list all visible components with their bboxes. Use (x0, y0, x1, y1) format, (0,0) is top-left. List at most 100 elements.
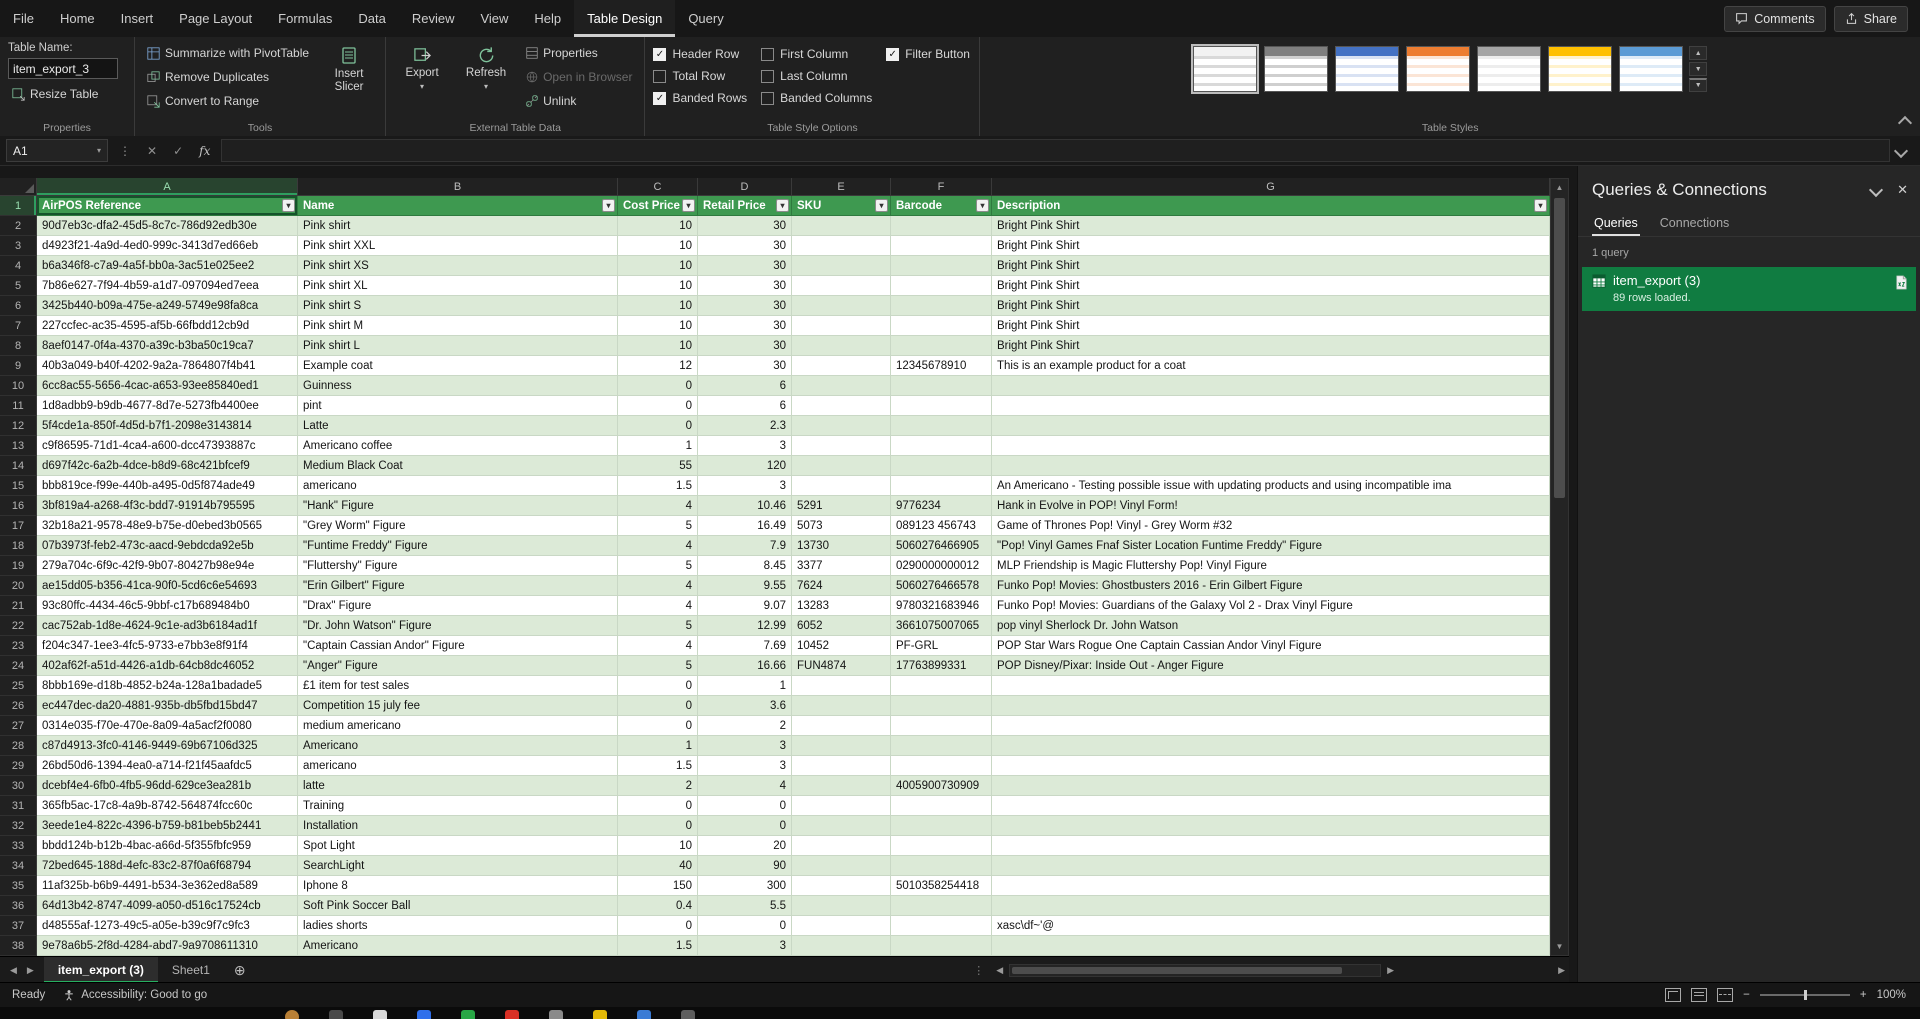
page-break-view-button[interactable] (1717, 988, 1734, 1002)
resize-table-button[interactable]: Resize Table (8, 83, 118, 105)
cell[interactable]: Soft Pink Soccer Ball (298, 896, 618, 916)
menu-tab-page-layout[interactable]: Page Layout (166, 0, 265, 37)
name-box[interactable]: A1 ▾ (6, 139, 108, 162)
cell[interactable]: Pink shirt XL (298, 276, 618, 296)
cell[interactable] (891, 316, 992, 336)
column-header-c[interactable]: C (618, 178, 698, 196)
cell[interactable]: Funko Pop! Movies: Guardians of the Gala… (992, 596, 1550, 616)
cell[interactable] (792, 856, 891, 876)
scroll-down-icon[interactable]: ▼ (1551, 938, 1568, 955)
cell[interactable]: 40 (618, 856, 698, 876)
cell[interactable] (792, 396, 891, 416)
cell[interactable]: 402af62f-a51d-4426-a1db-64cb8dc46052 (37, 656, 298, 676)
cell[interactable] (792, 336, 891, 356)
cell[interactable]: 5060276466905 (891, 536, 992, 556)
row-header-17[interactable]: 17 (0, 516, 37, 536)
cell[interactable]: dcebf4e4-6fb0-4fb5-96dd-629ce3ea281b (37, 776, 298, 796)
menu-tab-file[interactable]: File (0, 0, 47, 37)
cell[interactable]: 5 (618, 556, 698, 576)
cell[interactable]: Pink shirt S (298, 296, 618, 316)
menu-tab-formulas[interactable]: Formulas (265, 0, 345, 37)
cell[interactable]: 1.5 (618, 476, 698, 496)
cell[interactable]: 72bed645-188d-4efc-83c2-87f0a6f68794 (37, 856, 298, 876)
cell[interactable]: 12345678910 (891, 356, 992, 376)
column-header-a[interactable]: A (37, 178, 298, 196)
cell[interactable] (992, 796, 1550, 816)
cell[interactable] (792, 796, 891, 816)
cell[interactable]: bbdd124b-b12b-4bac-a66d-5f355fbfc959 (37, 836, 298, 856)
zoom-slider[interactable] (1759, 990, 1850, 1000)
cell[interactable] (792, 456, 891, 476)
cell[interactable]: "Grey Worm" Figure (298, 516, 618, 536)
cell[interactable]: ec447dec-da20-4881-935b-db5fbd15bd47 (37, 696, 298, 716)
cell[interactable]: ladies shorts (298, 916, 618, 936)
cell[interactable]: 6 (698, 396, 792, 416)
cell[interactable] (992, 716, 1550, 736)
cell[interactable] (792, 276, 891, 296)
cell[interactable]: 5010358254418 (891, 876, 992, 896)
row-header-20[interactable]: 20 (0, 576, 37, 596)
cell[interactable]: Pink shirt L (298, 336, 618, 356)
export-button[interactable]: Export ▾ (394, 42, 450, 118)
menu-tab-review[interactable]: Review (399, 0, 468, 37)
taskbar-app-icon[interactable] (373, 1010, 387, 1019)
row-header-16[interactable]: 16 (0, 496, 37, 516)
cell[interactable] (992, 676, 1550, 696)
row-header-27[interactable]: 27 (0, 716, 37, 736)
normal-view-button[interactable] (1665, 988, 1682, 1002)
cell[interactable]: 30 (698, 256, 792, 276)
cell[interactable] (891, 296, 992, 316)
panel-tab-connections[interactable]: Connections (1658, 212, 1732, 236)
filter-button[interactable]: ▾ (776, 199, 789, 212)
taskbar-app-icon[interactable] (417, 1010, 431, 1019)
cell[interactable] (792, 696, 891, 716)
cell[interactable]: 4 (618, 576, 698, 596)
cell[interactable]: 8aef0147-0f4a-4370-a39c-b3ba50c19ca7 (37, 336, 298, 356)
cell[interactable]: FUN4874 (792, 656, 891, 676)
cell[interactable] (992, 836, 1550, 856)
sheet-tab-sheet1[interactable]: Sheet1 (158, 957, 224, 983)
row-header-24[interactable]: 24 (0, 656, 37, 676)
taskbar-app-icon[interactable] (549, 1010, 563, 1019)
cell[interactable]: 5f4cde1a-850f-4d5d-b7f1-2098e3143814 (37, 416, 298, 436)
cell[interactable] (891, 836, 992, 856)
table-column-header-barcode[interactable]: Barcode ▾ (891, 196, 992, 216)
unlink-button[interactable]: Unlink (522, 90, 636, 112)
cell[interactable]: 1.5 (618, 936, 698, 956)
cell[interactable]: Pink shirt XXL (298, 236, 618, 256)
cell[interactable]: 1 (618, 736, 698, 756)
cell[interactable]: Pink shirt XS (298, 256, 618, 276)
cell[interactable] (792, 436, 891, 456)
menu-tab-home[interactable]: Home (47, 0, 108, 37)
cell[interactable]: Pink shirt (298, 216, 618, 236)
cell[interactable] (891, 276, 992, 296)
cell[interactable]: 3661075007065 (891, 616, 992, 636)
cell[interactable]: 1 (698, 676, 792, 696)
cell[interactable]: medium americano (298, 716, 618, 736)
cell[interactable]: Bright Pink Shirt (992, 236, 1550, 256)
column-header-g[interactable]: G (992, 178, 1550, 196)
refresh-button[interactable]: Refresh ▾ (458, 42, 514, 118)
cell[interactable] (792, 836, 891, 856)
cell[interactable]: c9f86595-71d1-4ca4-a600-dcc47393887c (37, 436, 298, 456)
row-header-4[interactable]: 4 (0, 256, 37, 276)
cell[interactable]: 5.5 (698, 896, 792, 916)
menu-tab-table-design[interactable]: Table Design (574, 0, 676, 37)
cell[interactable]: 12 (618, 356, 698, 376)
table-column-header-airpos-reference[interactable]: AirPOS Reference ▾ (37, 196, 298, 216)
cell[interactable] (992, 416, 1550, 436)
taskbar-app-icon[interactable] (681, 1010, 695, 1019)
cell[interactable]: Competition 15 july fee (298, 696, 618, 716)
cell[interactable]: 0 (618, 696, 698, 716)
cell[interactable]: 0 (698, 916, 792, 936)
cell[interactable]: ae15dd05-b356-41ca-90f0-5cd6c6e54693 (37, 576, 298, 596)
column-header-d[interactable]: D (698, 178, 792, 196)
cell[interactable]: 40b3a049-b40f-4202-9a2a-7864807f4b41 (37, 356, 298, 376)
cell[interactable]: Example coat (298, 356, 618, 376)
tab-scroll-left-icon[interactable]: ◀ (10, 965, 17, 976)
cell[interactable]: bbb819ce-f99e-440b-a495-0d5f874ade49 (37, 476, 298, 496)
row-header-21[interactable]: 21 (0, 596, 37, 616)
cell[interactable] (792, 416, 891, 436)
row-header-32[interactable]: 32 (0, 816, 37, 836)
cell[interactable]: "Captain Cassian Andor" Figure (298, 636, 618, 656)
